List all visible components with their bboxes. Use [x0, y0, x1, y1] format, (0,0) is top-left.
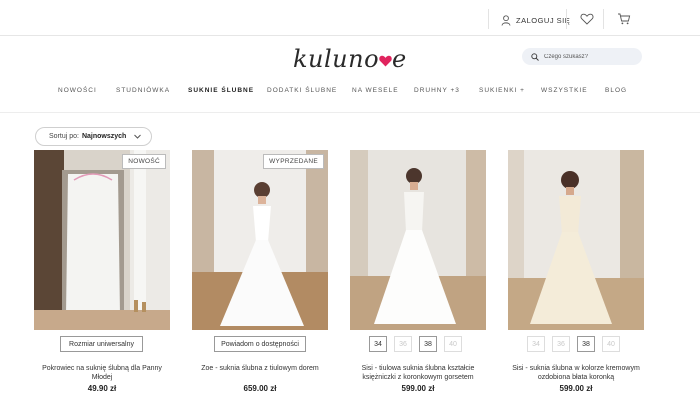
- nav-item-druhny[interactable]: DRUHNY +3: [414, 87, 460, 94]
- product-image[interactable]: NOWOŚĆ: [34, 150, 170, 330]
- dress-photo: [350, 150, 486, 330]
- product-price: 659.00 zł: [243, 384, 277, 393]
- product-name[interactable]: Sisi - tiulowa suknia ślubna kształcie k…: [350, 364, 486, 382]
- nav-item-studniowka[interactable]: STUDNIÓWKA: [116, 87, 170, 94]
- nav-divider: [0, 112, 700, 113]
- product-card[interactable]: 34 36 38 40 Sisi - tiulowa suknia ślubna…: [350, 150, 486, 393]
- product-price: 599.00 zł: [559, 384, 593, 393]
- dress-photo: [508, 150, 644, 330]
- size-option-34[interactable]: 34: [527, 336, 545, 352]
- sort-dropdown[interactable]: Sortuj po: Najnowszych: [35, 127, 152, 146]
- product-name[interactable]: Sisi - suknia ślubna w kolorze kremowym …: [508, 364, 644, 382]
- top-bar: ZALOGUJ SIĘ: [0, 0, 700, 36]
- product-card[interactable]: 34 36 38 40 Sisi - suknia ślubna w kolor…: [508, 150, 644, 393]
- garment-bag-photo: [34, 150, 170, 330]
- nav-item-sukienki[interactable]: SUKIENKI +: [479, 87, 525, 94]
- size-option-40[interactable]: 40: [444, 336, 462, 352]
- size-selector: 34 36 38 40: [369, 336, 462, 352]
- product-image[interactable]: [350, 150, 486, 330]
- search-box[interactable]: [522, 48, 642, 65]
- logo-heart-icon: [378, 45, 393, 73]
- user-icon: [501, 14, 511, 26]
- product-card[interactable]: WYPRZEDANE Powiadom o dostępności Zoe - …: [192, 150, 328, 393]
- divider: [603, 9, 604, 29]
- size-selector: 34 36 38 40: [527, 336, 620, 352]
- logo-text: kuluno: [293, 45, 380, 73]
- nav-item-nowosci[interactable]: NOWOŚCI: [58, 87, 97, 94]
- size-option-38[interactable]: 38: [419, 336, 437, 352]
- product-price: 49.90 zł: [87, 384, 117, 393]
- nav-item-blog[interactable]: BLOG: [605, 87, 627, 94]
- site-logo[interactable]: kuluno e: [293, 42, 406, 76]
- wishlist-button[interactable]: [580, 12, 594, 26]
- nav-item-dodatki-slubne[interactable]: DODATKI ŚLUBNE: [267, 87, 337, 94]
- product-image[interactable]: [508, 150, 644, 330]
- sort-value: Najnowszych: [81, 133, 127, 140]
- sold-out-badge: WYPRZEDANE: [263, 154, 324, 169]
- nav-item-na-weselu[interactable]: NA WESELE: [352, 87, 399, 94]
- divider: [488, 9, 489, 29]
- notify-availability-button[interactable]: Powiadom o dostępności: [214, 336, 306, 352]
- size-option-36[interactable]: 36: [394, 336, 412, 352]
- nav-item-suknie-slubne[interactable]: SUKNIE ŚLUBNE: [188, 87, 254, 94]
- chevron-down-icon: [134, 134, 141, 139]
- login-link[interactable]: ZALOGUJ SIĘ: [501, 12, 570, 28]
- login-label: ZALOGUJ SIĘ: [516, 15, 571, 25]
- new-badge: NOWOŚĆ: [122, 154, 166, 169]
- product-image[interactable]: WYPRZEDANE: [192, 150, 328, 330]
- size-option-38[interactable]: 38: [577, 336, 595, 352]
- sort-label: Sortuj po:: [49, 133, 79, 140]
- size-option-36[interactable]: 36: [552, 336, 570, 352]
- divider: [566, 9, 567, 29]
- logo-text-end: e: [392, 45, 407, 73]
- size-universal-button[interactable]: Rozmiar uniwersalny: [60, 336, 143, 352]
- main-nav: NOWOŚCI STUDNIÓWKA SUKNIE ŚLUBNE DODATKI…: [0, 87, 700, 101]
- cart-icon: [618, 13, 631, 25]
- cart-button[interactable]: [617, 12, 631, 26]
- search-input[interactable]: [544, 53, 634, 60]
- product-price: 599.00 zł: [401, 384, 435, 393]
- product-name[interactable]: Pokrowiec na suknię ślubną dla Panny Mło…: [34, 364, 170, 382]
- size-option-34[interactable]: 34: [369, 336, 387, 352]
- nav-item-wszystkie[interactable]: WSZYSTKIE: [541, 87, 588, 94]
- heart-icon: [580, 13, 594, 25]
- size-option-40[interactable]: 40: [602, 336, 620, 352]
- dress-photo: [192, 150, 328, 330]
- product-card[interactable]: NOWOŚĆ Rozmiar uniwersalny Pokrowiec na …: [34, 150, 170, 393]
- product-name[interactable]: Zoe - suknia ślubna z tiulowym dorem: [192, 364, 328, 373]
- search-icon: [531, 52, 539, 61]
